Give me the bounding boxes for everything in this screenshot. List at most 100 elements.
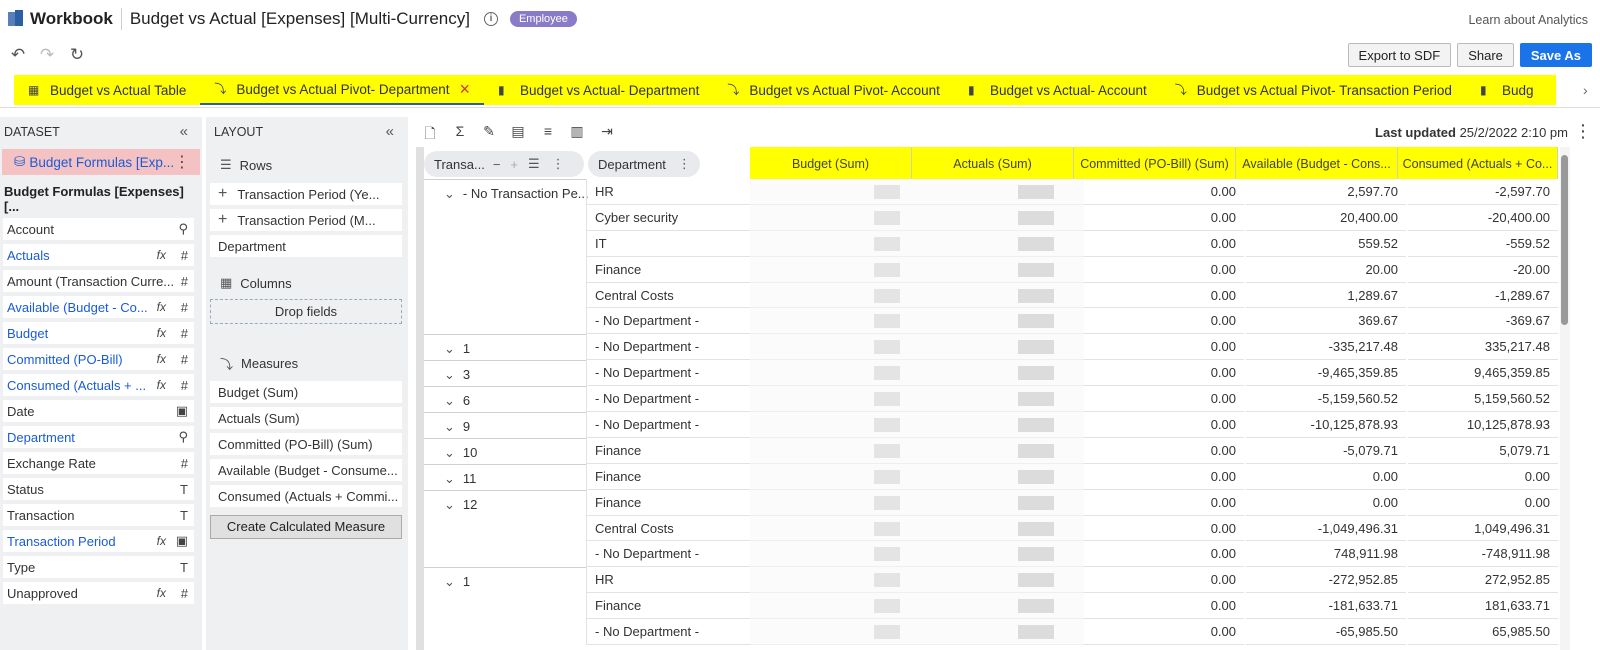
chevron-down-icon[interactable]: ⌄ xyxy=(444,471,455,486)
column-header[interactable]: Available (Budget - Cons... xyxy=(1236,147,1398,179)
tab-1[interactable]: ⤵ Budget vs Actual Pivot- Department × xyxy=(200,75,484,105)
row-field[interactable]: + Transaction Period (Ye... xyxy=(210,183,402,205)
field-item[interactable]: Department ⚲ xyxy=(3,426,194,448)
tab-0[interactable]: ▦ Budget vs Actual Table xyxy=(14,75,200,105)
period-label[interactable]: ⌄ 9 xyxy=(444,419,470,435)
field-item[interactable]: Exchange Rate # xyxy=(3,452,194,474)
collapse-minus-icon[interactable]: − xyxy=(493,157,501,172)
field-item[interactable]: Status T xyxy=(3,478,194,500)
field-item[interactable]: Available (Budget - Co... fx # xyxy=(3,296,194,318)
redacted-budget xyxy=(874,443,900,458)
row-field[interactable]: + Transaction Period (M... xyxy=(210,209,402,231)
tab-2[interactable]: ▮ Budget vs Actual- Department xyxy=(484,75,713,105)
period-label[interactable]: ⌄ 3 xyxy=(444,367,470,383)
chevron-right-icon[interactable]: › xyxy=(1583,82,1588,98)
column-header[interactable]: Actuals (Sum) xyxy=(912,147,1074,179)
dataset-menu-icon[interactable]: ⋮ xyxy=(174,152,190,172)
chevron-down-icon[interactable]: ⌄ xyxy=(444,341,455,356)
chevron-down-icon[interactable]: ⌄ xyxy=(444,186,455,201)
column-header[interactable]: Committed (PO-Bill) (Sum) xyxy=(1074,147,1236,179)
department-menu-icon[interactable]: ⋮ xyxy=(678,156,691,172)
refresh-icon[interactable]: ↻ xyxy=(68,46,86,64)
measure-field[interactable]: Actuals (Sum) xyxy=(210,407,402,429)
tab-6[interactable]: ▮ Budg xyxy=(1466,75,1548,105)
measure-field[interactable]: Budget (Sum) xyxy=(210,381,402,403)
department-header[interactable]: Department ⋮ xyxy=(588,151,700,177)
redacted-values xyxy=(750,204,1084,231)
collapse-layout-icon[interactable]: « xyxy=(386,123,394,140)
vertical-scrollbar[interactable] xyxy=(1560,147,1570,650)
period-label[interactable]: ⌄ 10 xyxy=(444,445,477,461)
row-field[interactable]: Department xyxy=(210,235,402,257)
field-item[interactable]: Actuals fx # xyxy=(3,244,194,266)
learn-analytics-link[interactable]: Learn about Analytics xyxy=(1468,13,1588,27)
chevron-down-icon[interactable]: ⌄ xyxy=(444,574,455,589)
measure-field[interactable]: Consumed (Actuals + Commi... xyxy=(210,485,402,507)
expand-plus-icon[interactable]: + xyxy=(218,185,227,203)
redacted-budget xyxy=(874,366,900,381)
field-item[interactable]: Budget fx # xyxy=(3,322,194,344)
measure-field[interactable]: Available (Budget - Consume... xyxy=(210,459,402,481)
chevron-down-icon[interactable]: ⌄ xyxy=(444,497,455,512)
period-label[interactable]: ⌄ 6 xyxy=(444,393,470,409)
field-item[interactable]: Date ▣ xyxy=(3,400,194,422)
redacted-budget xyxy=(874,521,900,536)
tp-menu-icon[interactable]: ⋮ xyxy=(552,156,565,172)
field-item[interactable]: Transaction T xyxy=(3,504,194,526)
collapse-dataset-icon[interactable]: « xyxy=(180,123,188,140)
expand-plus-icon[interactable]: + xyxy=(510,157,518,172)
fit-columns-icon[interactable]: ⇥ xyxy=(598,123,616,140)
available-cell: -1,049,496.31 xyxy=(1246,516,1406,542)
column-header[interactable]: Consumed (Actuals + Co... xyxy=(1398,147,1558,179)
chevron-down-icon[interactable]: ⌄ xyxy=(444,367,455,382)
clear-filter-icon[interactable]: ≡ xyxy=(539,123,557,139)
transaction-period-header[interactable]: Transa... − + ☰ ⋮ xyxy=(424,151,584,177)
tab-5[interactable]: ⤵ Budget vs Actual Pivot- Transaction Per… xyxy=(1161,75,1466,105)
period-label[interactable]: ⌄ 1 xyxy=(444,341,470,357)
create-calculated-measure-button[interactable]: Create Calculated Measure xyxy=(210,515,402,539)
measure-field[interactable]: Committed (PO-Bill) (Sum) xyxy=(210,433,402,455)
columns-dropzone[interactable]: Drop fields xyxy=(210,299,402,324)
field-item[interactable]: Consumed (Actuals + ... fx # xyxy=(3,374,194,396)
field-item[interactable]: Unapproved fx # xyxy=(3,582,194,604)
workbook-title[interactable]: Budget vs Actual [Expenses] [Multi-Curre… xyxy=(130,9,470,29)
edit-columns-icon[interactable]: ▤ xyxy=(509,123,527,140)
dataset-selector[interactable]: ⛁ Budget Formulas [Exp... ⋮ xyxy=(2,149,200,175)
table-row: ⌄ 6- No Department -0.00 -5,159,560.52 5,15… xyxy=(424,386,1558,413)
more-options-icon[interactable]: ⋮ xyxy=(1574,121,1592,142)
column-header[interactable]: Budget (Sum) xyxy=(750,147,912,179)
remove-columns-icon[interactable]: ▥ xyxy=(568,123,586,140)
share-button[interactable]: Share xyxy=(1457,43,1514,67)
edit-icon[interactable]: ✎ xyxy=(480,123,498,140)
field-item[interactable]: Type T xyxy=(3,556,194,578)
field-item[interactable]: Transaction Period fx ▣ xyxy=(3,530,194,552)
info-icon[interactable]: i xyxy=(483,12,498,26)
redo-icon[interactable]: ↷ xyxy=(38,46,56,64)
new-file-icon[interactable]: 🗋 xyxy=(421,123,439,147)
period-label[interactable]: ⌄ 11 xyxy=(444,471,476,487)
tab-4[interactable]: ▮ Budget vs Actual- Account xyxy=(954,75,1161,105)
field-item[interactable]: Amount (Transaction Curre... # xyxy=(3,270,194,292)
period-label[interactable]: ⌄ 1 xyxy=(444,574,470,590)
period-label[interactable]: ⌄ 12 xyxy=(444,497,477,513)
chevron-down-icon[interactable]: ⌄ xyxy=(444,393,455,408)
redacted-budget xyxy=(874,236,900,251)
save-as-button[interactable]: Save As xyxy=(1519,43,1592,67)
sort-icon[interactable]: ☰ xyxy=(528,156,540,172)
sum-icon[interactable]: Σ xyxy=(451,123,469,139)
undo-icon[interactable]: ↶ xyxy=(9,46,27,64)
number-icon: # xyxy=(180,273,188,289)
close-tab-icon[interactable]: × xyxy=(459,80,470,98)
export-sdf-button[interactable]: Export to SDF xyxy=(1347,43,1452,67)
field-item[interactable]: Committed (PO-Bill) fx # xyxy=(3,348,194,370)
expand-plus-icon[interactable]: + xyxy=(218,211,227,229)
chevron-down-icon[interactable]: ⌄ xyxy=(444,445,455,460)
redacted-values xyxy=(750,619,1084,646)
tab-3[interactable]: ⤵ Budget vs Actual Pivot- Account xyxy=(713,75,954,105)
transaction-period-cell: ⌄ 12 xyxy=(424,489,586,516)
chevron-down-icon[interactable]: ⌄ xyxy=(444,419,455,434)
redacted-values xyxy=(750,179,1084,205)
field-item[interactable]: Account ⚲ xyxy=(3,218,194,240)
period-label[interactable]: ⌄ - No Transaction Pe... xyxy=(444,186,589,202)
scrollbar-thumb[interactable] xyxy=(1561,155,1568,325)
